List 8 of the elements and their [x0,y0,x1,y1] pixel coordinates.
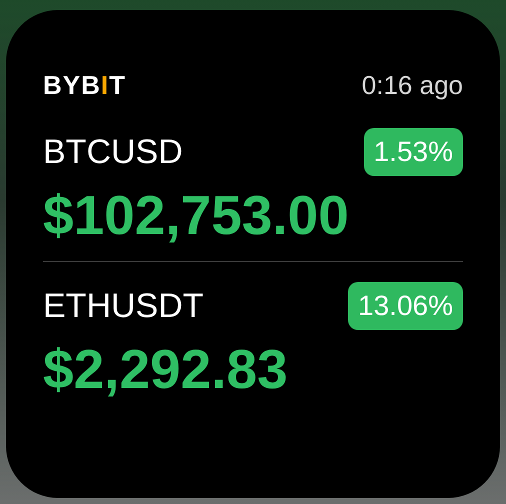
ticker-symbol: BTCUSD [43,135,183,169]
update-time: 0:16 ago [362,72,463,98]
logo: BYBIT [43,72,126,98]
change-badge: 13.06% [348,282,463,330]
price: $102,753.00 [43,188,350,243]
ticker-symbol: ETHUSDT [43,289,204,323]
change-badge: 1.53% [364,128,463,176]
price: $2,292.83 [43,342,289,397]
